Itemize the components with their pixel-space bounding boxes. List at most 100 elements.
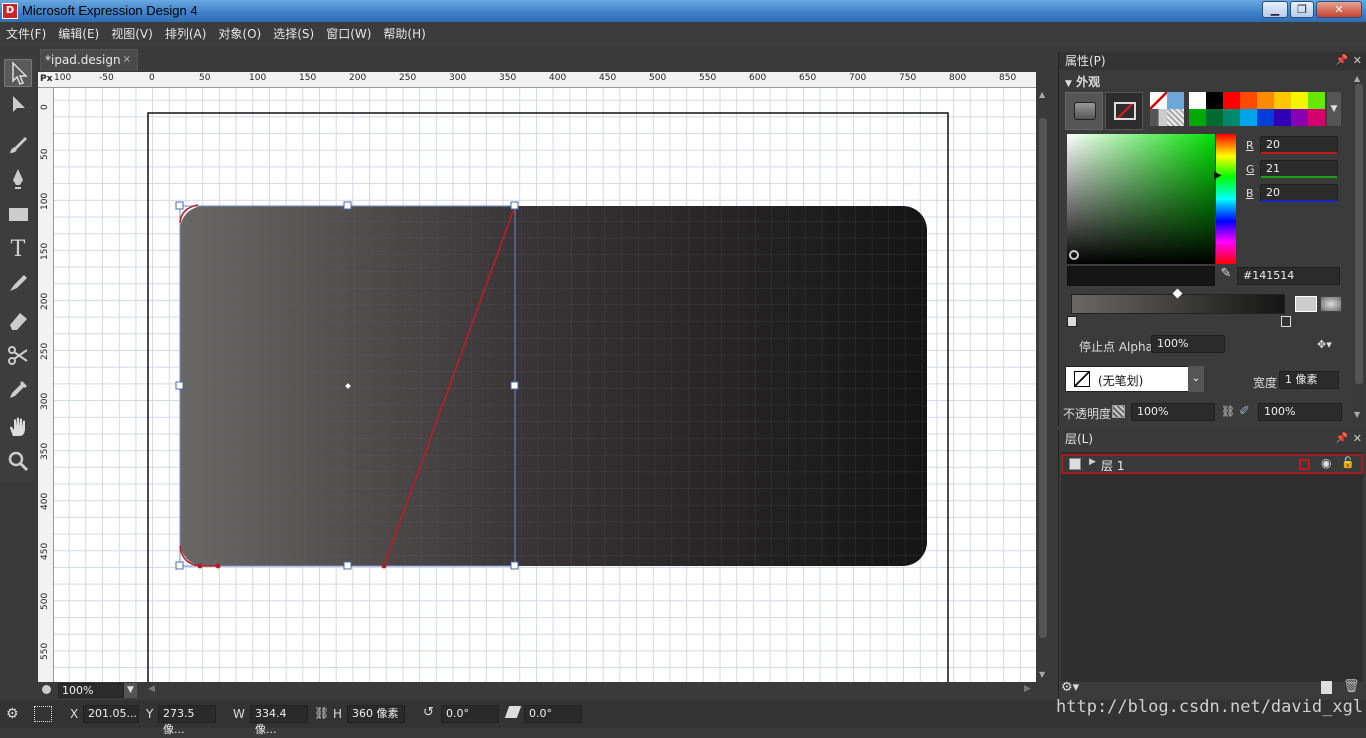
bspline-tool-icon[interactable] [4,270,32,298]
opacity-link-icon[interactable]: ⛓ [1221,405,1235,418]
r-field[interactable]: 20 [1260,136,1338,154]
h-field[interactable]: 360 像素 [347,705,405,723]
w-field[interactable]: 334.4 像... [250,705,308,736]
fill-toggle[interactable] [1065,92,1103,130]
opacity2-field[interactable]: 100% [1258,403,1342,421]
scroll-down-icon[interactable]: ▼ [1354,410,1360,419]
link-icon[interactable]: ⛓ [314,706,329,720]
scroll-up-icon[interactable]: ▲ [1039,90,1045,99]
panel-close-icon[interactable]: ✕ [1353,430,1362,448]
direct-selection-tool-icon[interactable] [4,92,32,120]
path-anchor[interactable] [197,563,203,569]
stop-alpha-field[interactable]: 100% [1151,335,1225,353]
color-picker-cursor[interactable] [1069,250,1079,260]
color-swatch[interactable] [1240,109,1257,126]
b-field[interactable]: 20 [1260,184,1338,202]
opacity-field[interactable]: 100% [1131,403,1215,421]
no-color-swatch[interactable] [1150,92,1167,109]
lock-icon[interactable]: 🔓 [1341,456,1355,469]
path-anchor[interactable] [215,563,221,569]
eraser-tool-icon[interactable] [4,308,32,336]
color-swatch[interactable] [1189,109,1206,126]
rotate-field[interactable]: 0.0° [441,705,499,723]
scissors-tool-icon[interactable] [4,342,32,370]
eyedropper-tool-icon[interactable] [4,376,32,404]
stroke-dropdown[interactable]: (无笔划) ⌄ [1065,366,1204,392]
menu-window[interactable]: 窗口(W) [320,22,377,46]
stroke-dropdown-icon[interactable]: ⌄ [1188,366,1204,392]
scroll-right-icon[interactable]: ▶ [1024,684,1031,694]
menu-file[interactable]: 文件(F) [0,22,52,46]
color-swatch[interactable] [1308,109,1325,126]
resize-handle[interactable] [175,381,184,390]
color-swatch[interactable] [1223,92,1240,109]
minimize-button[interactable]: ▁ [1262,1,1288,18]
g-field[interactable]: 21 [1260,160,1338,178]
resize-handle[interactable] [175,201,184,210]
pin-icon[interactable]: 📌 [1336,52,1348,70]
design-canvas[interactable] [54,88,1036,682]
color-swatch[interactable] [1189,92,1206,109]
color-swatch[interactable] [1223,109,1240,126]
hex-field[interactable]: #141514 [1237,267,1340,285]
swatch[interactable] [1167,92,1184,109]
gradient-stop-right[interactable] [1281,316,1291,327]
registration-point-icon[interactable] [34,706,52,722]
radial-gradient-button[interactable] [1320,296,1342,312]
brush-tool-icon[interactable] [4,132,32,160]
y-field[interactable]: 273.5 像... [158,705,216,736]
layer-row[interactable]: ▶ 层 1 ◉ 🔓 [1061,454,1363,474]
stroke-toggle[interactable] [1105,92,1143,130]
swatch-dropdown-icon[interactable]: ▼ [1327,92,1341,126]
path-anchor[interactable] [381,563,387,569]
pen-tool-icon[interactable] [4,166,32,194]
color-swatch[interactable] [1274,109,1291,126]
rectangle-tool-icon[interactable] [4,201,32,229]
color-swatch[interactable] [1274,92,1291,109]
eyedropper-icon[interactable]: ✎ [1216,266,1236,286]
layers-gear-icon[interactable]: ⚙▾ [1061,680,1079,695]
scroll-down-icon[interactable]: ▼ [1039,670,1045,679]
selection-tool-icon[interactable] [4,59,32,87]
menu-view[interactable]: 视图(V) [105,22,159,46]
zoom-dropdown-icon[interactable]: ▼ [124,683,137,698]
gradient-transform-icon[interactable]: ✥▾ [1317,338,1332,351]
new-layer-icon[interactable] [1321,681,1332,694]
close-tab-icon[interactable]: × [123,50,131,70]
layer-name[interactable]: 层 1 [1101,457,1124,474]
resize-handle[interactable] [510,561,519,570]
scroll-left-icon[interactable]: ◀ [148,684,155,694]
skew-field[interactable]: 0.0° [524,705,582,723]
maximize-button[interactable]: ❐ [1290,1,1314,18]
color-swatch[interactable] [1257,92,1274,109]
document-tab[interactable]: *ipad.design × [40,49,138,71]
hue-slider[interactable]: ▶ [1214,134,1236,264]
visibility-eye-icon[interactable]: ◉ [1321,456,1331,470]
swatch[interactable] [1167,109,1184,126]
menu-select[interactable]: 选择(S) [267,22,320,46]
color-swatch[interactable] [1206,92,1223,109]
color-swatch[interactable] [1291,109,1308,126]
layer-color-icon[interactable] [1299,459,1310,470]
color-swatch[interactable] [1240,92,1257,109]
color-swatch[interactable] [1257,109,1274,126]
resize-handle[interactable] [510,201,519,210]
layer-expand-icon[interactable]: ▶ [1089,457,1096,467]
scroll-thumb[interactable] [1039,118,1047,638]
menu-edit[interactable]: 编辑(E) [52,22,105,46]
resize-handle[interactable] [343,561,352,570]
properties-scrollbar[interactable]: ▲ ▼ [1353,72,1365,424]
text-tool-icon[interactable]: T [4,236,32,264]
appearance-section[interactable]: ▼ 外观 [1065,73,1100,90]
scroll-up-icon[interactable]: ▲ [1354,74,1360,83]
menu-object[interactable]: 对象(O) [212,22,267,46]
pin-icon[interactable]: 📌 [1336,430,1348,448]
canvas-vertical-scrollbar[interactable]: ▲ ▼ [1036,88,1050,682]
panel-close-icon[interactable]: ✕ [1353,52,1362,70]
close-button[interactable]: ✕ [1316,1,1362,18]
menu-help[interactable]: 帮助(H) [377,22,431,46]
width-field[interactable]: 1 像素 [1279,371,1339,389]
x-field[interactable]: 201.05... [83,705,139,723]
zoom-field[interactable]: 100% [58,683,124,698]
delete-layer-icon[interactable]: 🗑 [1343,679,1360,694]
